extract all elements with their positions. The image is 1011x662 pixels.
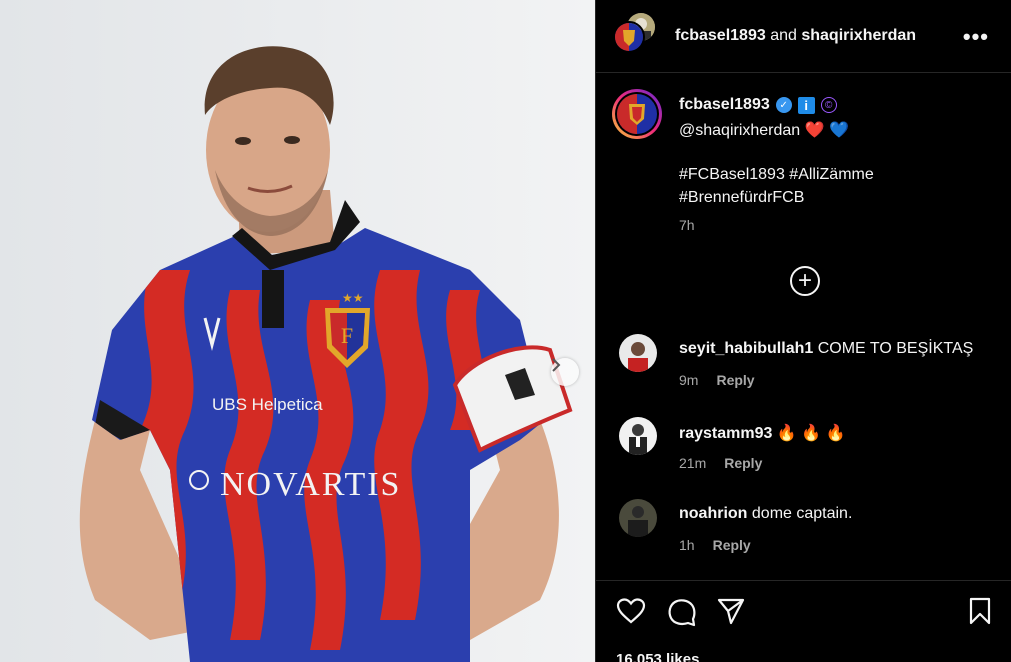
caption-hashtags: #FCBasel1893 #AlliZämme #BrennefürdrFCB (679, 163, 939, 209)
comment-icon[interactable] (667, 597, 697, 627)
sponsor-ubs: UBS Helpetica (212, 395, 323, 414)
more-options-icon[interactable]: ••• (963, 24, 989, 50)
caption-username[interactable]: fcbasel1893 (679, 96, 770, 114)
bookmark-icon[interactable] (968, 597, 992, 625)
reply-button[interactable]: Reply (713, 537, 751, 553)
comment-text-line: seyit_habibullah1 COME TO BEŞİKTAŞ (679, 340, 973, 358)
comment-username[interactable]: raystamm93 (679, 425, 772, 442)
chevron-right-icon (552, 358, 561, 372)
comment-body: dome captain. (751, 505, 853, 522)
comment-meta: 9m Reply (679, 372, 755, 388)
copyright-icon: © (820, 97, 837, 113)
info-icon[interactable]: i (797, 96, 815, 114)
commenter-avatar[interactable] (619, 417, 657, 455)
comment-time: 1h (679, 537, 695, 553)
post-header-title: fcbasel1893 and shaqirixherdan (675, 27, 916, 45)
comment-text-line: raystamm93 🔥 🔥 🔥 (679, 423, 846, 443)
comment-meta: 21m Reply (679, 455, 762, 471)
post-details-panel: fcbasel1893 and shaqirixherdan ••• fcbas… (595, 0, 1011, 662)
hashtags-line-2[interactable]: #BrennefürdrFCB (679, 186, 939, 209)
account1-link[interactable]: fcbasel1893 (675, 27, 766, 44)
plus-icon: + (797, 267, 812, 294)
likes-count[interactable]: 16,053 likes (616, 651, 699, 662)
collab-avatars[interactable] (613, 13, 659, 59)
comment-time: 9m (679, 372, 699, 388)
svg-text:F: F (341, 323, 353, 348)
caption-header: fcbasel1893 ✓ i © (679, 96, 837, 114)
comment-time: 21m (679, 455, 707, 471)
heart-icon[interactable] (616, 597, 646, 625)
account2-link[interactable]: shaqirixherdan (801, 27, 916, 44)
heart-emoji-red: ❤️ (804, 122, 825, 139)
comment-body: COME TO BEŞİKTAŞ (817, 340, 974, 357)
send-icon[interactable] (717, 597, 745, 625)
comment-username[interactable]: noahrion (679, 505, 747, 522)
next-slide-button[interactable] (551, 358, 579, 386)
post-actions-bar: 16,053 likes (596, 580, 1011, 662)
comment-text-line: noahrion dome captain. (679, 505, 852, 523)
caption-avatar[interactable] (612, 89, 662, 139)
svg-text:★★: ★★ (342, 291, 364, 305)
caption-mention-line: @shaqirixherdan ❤️ 💙 (679, 120, 849, 142)
fcbasel-avatar[interactable] (613, 21, 645, 53)
post-header: fcbasel1893 and shaqirixherdan ••• (596, 0, 1011, 73)
comment-body: 🔥 🔥 🔥 (776, 425, 846, 442)
reply-button[interactable]: Reply (724, 455, 762, 471)
player-photo: F ★★ UBS Helpetica NOVARTIS (0, 0, 595, 662)
caption-mention[interactable]: @shaqirixherdan (679, 122, 800, 139)
caption-time: 7h (679, 217, 695, 233)
hashtags-line-1[interactable]: #FCBasel1893 #AlliZämme (679, 163, 939, 186)
commenter-avatar[interactable] (619, 499, 657, 537)
verified-icon: ✓ (775, 97, 792, 113)
commenter-avatar[interactable] (619, 334, 657, 372)
post-media[interactable]: F ★★ UBS Helpetica NOVARTIS (0, 0, 595, 662)
comment-meta: 1h Reply (679, 537, 751, 553)
load-more-comments-button[interactable]: + (790, 266, 820, 296)
comment-username[interactable]: seyit_habibullah1 (679, 340, 813, 357)
sponsor-novartis: NOVARTIS (220, 466, 401, 503)
reply-button[interactable]: Reply (716, 372, 754, 388)
header-connector: and (770, 27, 797, 44)
heart-emoji-blue: 💙 (829, 122, 849, 139)
